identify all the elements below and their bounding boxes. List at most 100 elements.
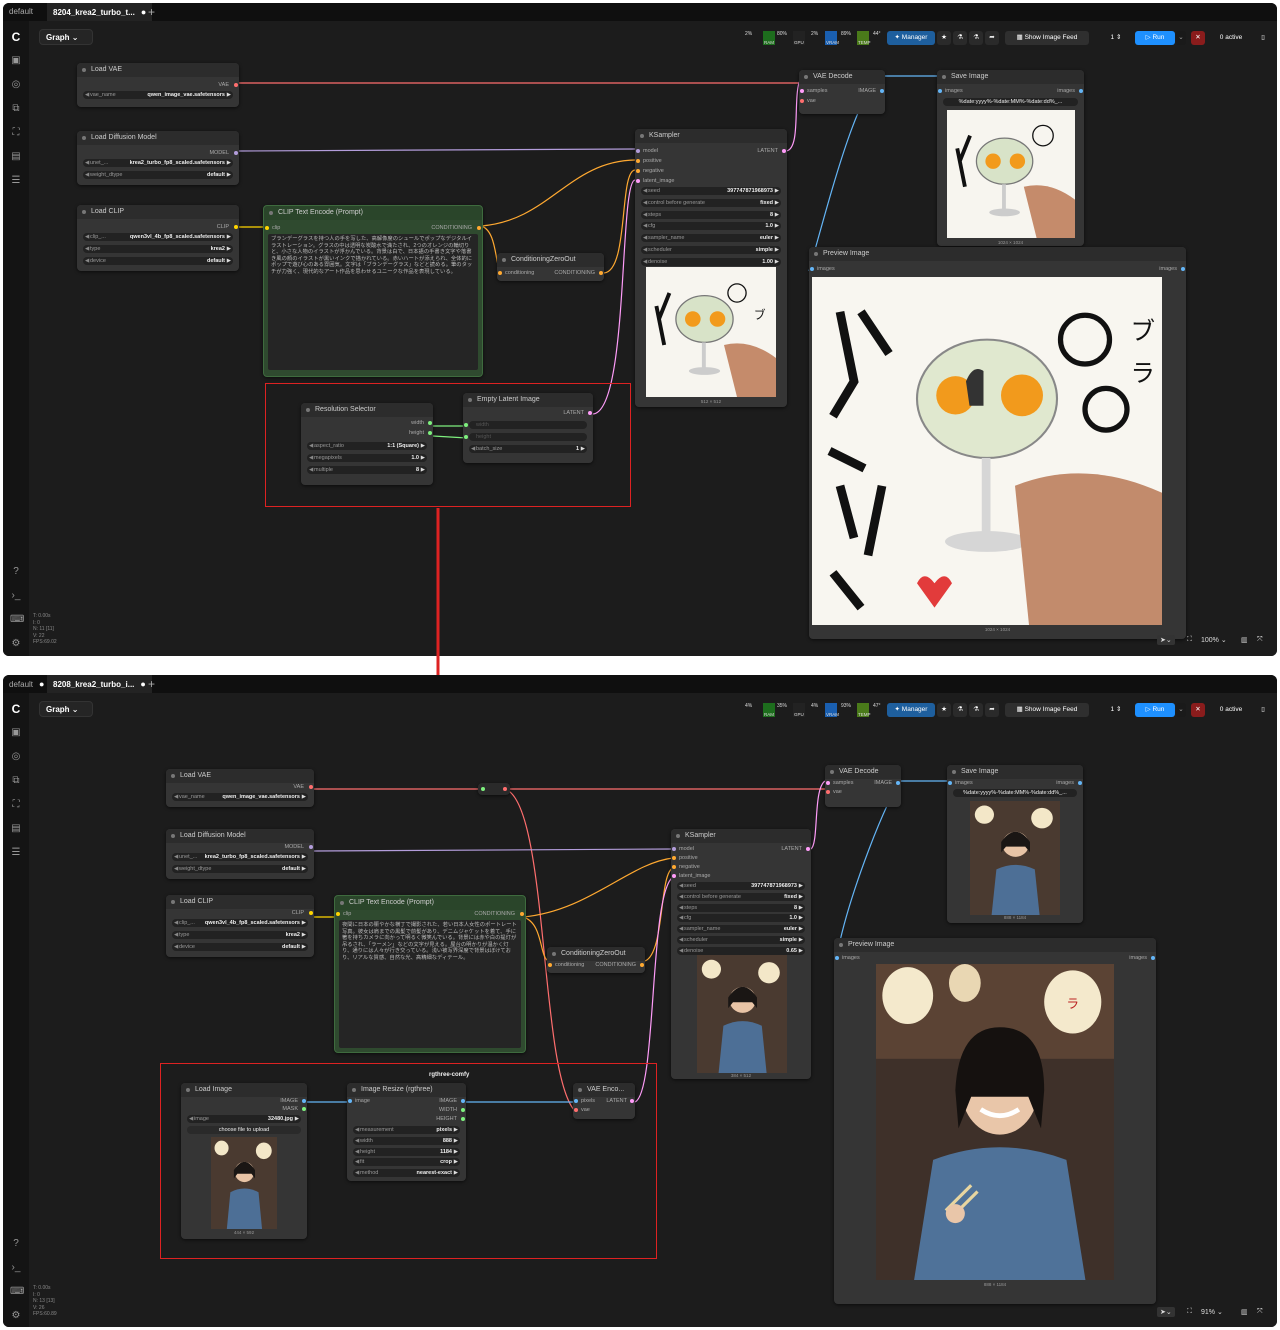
filename-prefix-input[interactable]: %date:yyyy%-%date:MM%-%date:dd%_... — [953, 789, 1077, 797]
input-image-dot[interactable] — [348, 1099, 352, 1103]
output-images-dot[interactable] — [1078, 781, 1082, 785]
help-icon[interactable]: ? — [10, 1238, 22, 1250]
graph-canvas[interactable]: Graph ⌄ T: 0.00s I: 0 N: 13 [13] V: 26 F… — [29, 693, 1277, 1327]
reroute-out-dot[interactable] — [503, 787, 507, 791]
node-reroute[interactable] — [478, 783, 510, 795]
output-width-dot[interactable] — [461, 1108, 465, 1112]
run-options-chevron-icon[interactable]: ⌄ — [1176, 703, 1186, 717]
reroute-in-dot[interactable] — [481, 787, 485, 791]
input-model-dot[interactable] — [672, 847, 676, 851]
workflows-icon[interactable]: ⛶ — [10, 799, 22, 811]
run-button[interactable]: ▷ Run — [1135, 703, 1175, 717]
input-latent-dot[interactable] — [672, 874, 676, 878]
node-image-resize[interactable]: Image Resize (rgthree) image IMAGE WIDTH… — [347, 1083, 466, 1181]
models-icon[interactable]: ⧉ — [10, 775, 22, 787]
widget-sampler-name[interactable]: ◀ sampler_name euler ▶ — [677, 925, 805, 934]
widget-image-file[interactable]: ◀ image 32480.jpg ▶ — [187, 1115, 301, 1123]
node-load-diffusion-model[interactable]: Load Diffusion Model MODEL ◀ unet_... krea… — [166, 829, 314, 879]
graph-menu-button[interactable]: Graph ⌄ — [39, 701, 93, 717]
manager-button[interactable]: ✦ Manager — [887, 703, 935, 717]
zoom-level[interactable]: 91% ⌄ — [1201, 1308, 1223, 1316]
widget-weight-dtype[interactable]: ◀ weight_dtype default ▶ — [172, 865, 308, 873]
output-latent-dot[interactable] — [630, 1099, 634, 1103]
upload-button[interactable]: choose file to upload — [187, 1126, 301, 1134]
widget-width[interactable]: ◀ width 888 ▶ — [353, 1136, 460, 1145]
widget-cfg[interactable]: ◀ cfg 1.0 ▶ — [677, 914, 805, 923]
input-pixels-dot[interactable] — [574, 1099, 578, 1103]
node-vae-decode[interactable]: VAE Decode samples vae IMAGE — [825, 765, 901, 807]
input-positive-dot[interactable] — [672, 856, 676, 860]
active-queue-button[interactable]: 0 active — [1211, 703, 1251, 717]
input-vae-dot[interactable] — [826, 790, 830, 794]
node-conditioning-zero-out[interactable]: ConditioningZeroOut conditioning CONDITI… — [547, 947, 645, 973]
images-icon[interactable]: ▣ — [10, 727, 22, 739]
output-vae-dot[interactable] — [309, 785, 313, 789]
node-clip-text-encode[interactable]: CLIP Text Encode (Prompt) clip CONDITION… — [334, 895, 526, 1053]
input-conditioning-dot[interactable] — [548, 963, 552, 967]
widget-seed[interactable]: ◀ seed 397747871968973 ▶ — [677, 882, 805, 890]
widget-unet-name[interactable]: ◀ unet_... krea2_turbo_fp8_scaled.safetens… — [172, 853, 308, 861]
widget-measurement[interactable]: ◀ measurement pixels ▶ — [353, 1126, 460, 1134]
output-image-dot[interactable] — [461, 1099, 465, 1103]
output-model-dot[interactable] — [309, 845, 313, 849]
widget-scheduler[interactable]: ◀ scheduler simple ▶ — [677, 936, 805, 944]
templates-icon[interactable]: ▤ — [10, 823, 22, 835]
show-image-feed-button[interactable]: ▦ Show Image Feed — [1005, 703, 1089, 717]
flask-icon[interactable]: ⚗ — [953, 703, 967, 717]
widget-vae-name[interactable]: ◀ vae_name qwen_image_vae.safetensors ▶ — [172, 793, 308, 801]
output-height-dot[interactable] — [461, 1117, 465, 1121]
input-clip-dot[interactable] — [336, 912, 340, 916]
output-latent-dot[interactable] — [806, 847, 810, 851]
widget-method[interactable]: ◀ method nearest-exact ▶ — [353, 1169, 460, 1178]
node-ksampler[interactable]: KSampler model LATENT positive negative … — [671, 829, 811, 1079]
share-icon[interactable]: ➦ — [985, 703, 999, 717]
minimap-icon[interactable]: ▥ — [1241, 1308, 1248, 1316]
keyboard-icon[interactable]: ⌨ — [10, 1286, 24, 1298]
output-conditioning-dot[interactable] — [520, 912, 524, 916]
nodes-icon[interactable]: ◎ — [10, 751, 22, 763]
pointer-icon[interactable]: ➤⌄ — [1157, 1307, 1175, 1317]
arrow-right-icon: ▶ — [798, 883, 803, 889]
queue-icon[interactable]: ☰ — [10, 847, 22, 859]
new-tab-icon[interactable]: + — [148, 675, 155, 693]
input-images-dot[interactable] — [948, 781, 952, 785]
node-load-image[interactable]: Load Image IMAGE MASK ◀ image 32480.jpg ▶ c… — [181, 1083, 307, 1239]
input-vae-dot[interactable] — [574, 1108, 578, 1112]
widget-height[interactable]: ◀ height 1184 ▶ — [353, 1147, 460, 1156]
prompt-textarea[interactable]: 夜間に日本の賑やかな横丁で撮影された、若い日本人女性のポートレート写真。彼女は肩… — [339, 920, 521, 1048]
input-negative-dot[interactable] — [672, 865, 676, 869]
input-samples-dot[interactable] — [826, 781, 830, 785]
output-image-dot[interactable] — [896, 781, 900, 785]
terminal-icon[interactable]: ›_ — [10, 1262, 22, 1274]
widget-steps[interactable]: ◀ steps 8 ▶ — [677, 903, 805, 912]
input-images-dot[interactable] — [835, 956, 839, 960]
widget-denoise[interactable]: ◀ denoise 0.65 ▶ — [677, 946, 805, 955]
widget-clip-type[interactable]: ◀ type krea2 ▶ — [172, 931, 308, 939]
widget-fit[interactable]: ◀ fit crop ▶ — [353, 1158, 460, 1167]
output-images-dot[interactable] — [1151, 956, 1155, 960]
output-image-dot[interactable] — [302, 1099, 306, 1103]
settings-icon[interactable]: ⚙ — [10, 1310, 22, 1322]
node-preview-image[interactable]: Preview Image images images ラ 888 × 1184 — [834, 938, 1156, 1304]
model-icon[interactable]: ⚗ — [969, 703, 983, 717]
panel-toggle-icon[interactable]: ▯ — [1257, 703, 1269, 717]
output-mask-dot[interactable] — [302, 1107, 306, 1111]
output-height-label: HEIGHT — [436, 1116, 457, 1122]
comfy-logo[interactable]: C — [10, 703, 22, 715]
fit-view-icon[interactable]: ⛶ — [1187, 1308, 1192, 1316]
output-conditioning-dot[interactable] — [640, 963, 644, 967]
widget-clip-device[interactable]: ◀ device default ▶ — [172, 943, 308, 951]
queue-count-input[interactable]: 1 ⇕ — [1101, 703, 1131, 717]
node-save-image[interactable]: Save Image images images %date:yyyy%-%da… — [947, 765, 1083, 923]
star-icon[interactable]: ★ — [937, 703, 951, 717]
node-load-clip[interactable]: Load CLIP CLIP ◀ clip_... qwen3vl_4b_fp8_s… — [166, 895, 314, 957]
output-clip-dot[interactable] — [309, 911, 313, 915]
node-load-vae[interactable]: Load VAE VAE ◀ vae_name qwen_image_vae.saf… — [166, 769, 314, 807]
cancel-icon[interactable]: ✕ — [1191, 703, 1205, 717]
node-vae-encode[interactable]: VAE Enco... pixels vae LATENT — [573, 1083, 635, 1119]
widget-clip-name[interactable]: ◀ clip_... qwen3vl_4b_fp8_scaled.safetenso… — [172, 919, 308, 927]
tab-default[interactable]: default ● — [3, 675, 50, 693]
link-visibility-icon[interactable]: ⤧ — [1257, 1308, 1263, 1316]
widget-control-before-generate[interactable]: ◀ control before generate fixed ▶ — [677, 892, 805, 901]
tab-workflow[interactable]: 8208_krea2_turbo_i... ● — [47, 675, 152, 693]
